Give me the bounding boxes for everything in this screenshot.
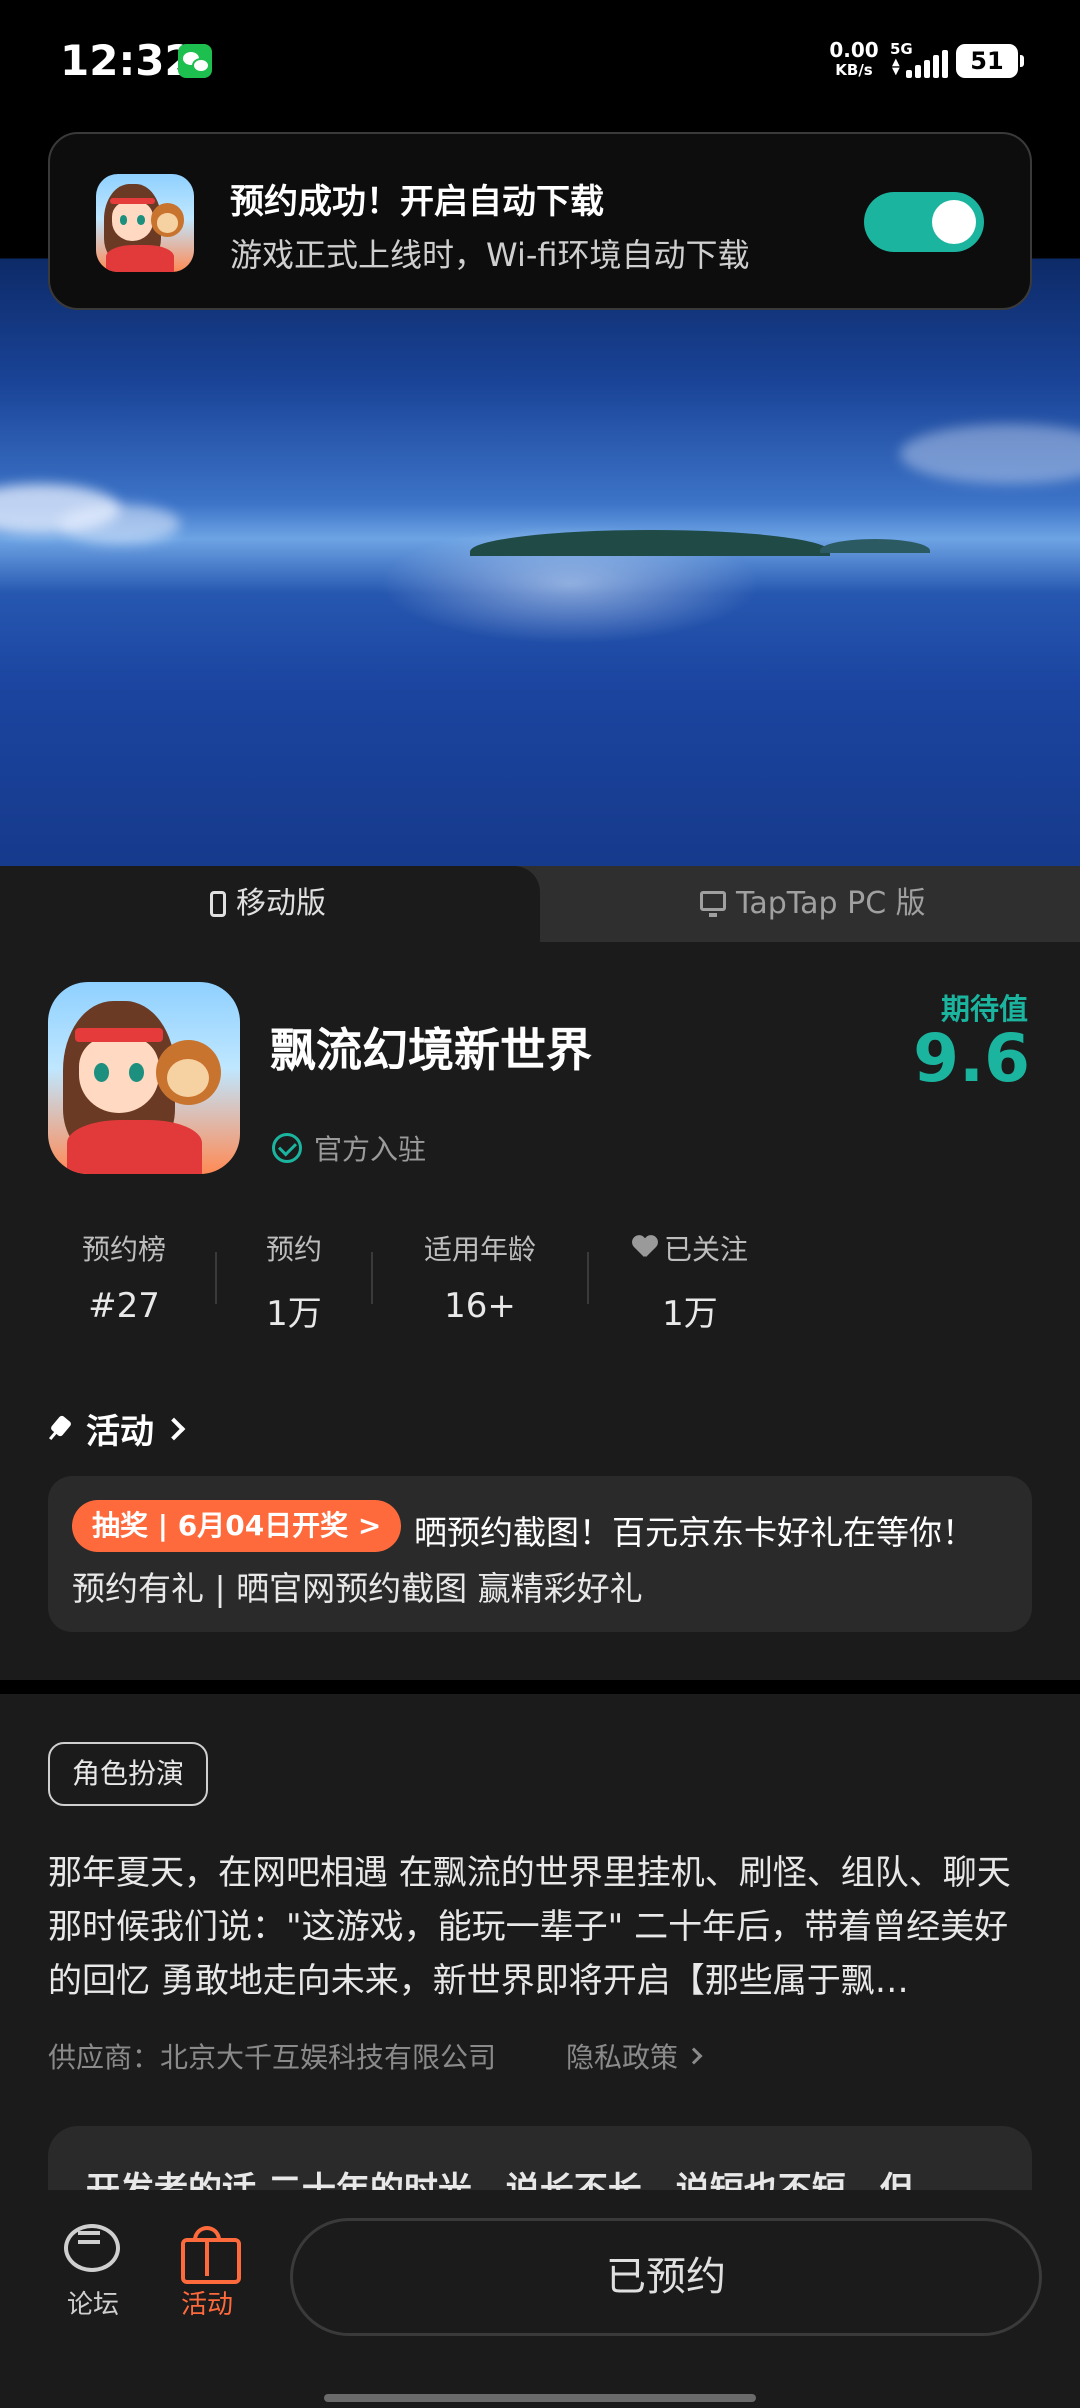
nav-forum[interactable]: 论坛 xyxy=(48,2224,138,2321)
chevron-right-icon xyxy=(162,1417,186,1440)
platform-tabs: 移动版 TapTap PC 版 xyxy=(0,866,1080,942)
privacy-policy-link[interactable]: 隐私政策 xyxy=(566,2036,703,2076)
tab-mobile-label: 移动版 xyxy=(236,886,326,921)
bottom-action-bar: 论坛 活动 已预约 xyxy=(0,2190,1080,2408)
network-speed-unit: KB/s xyxy=(835,61,873,79)
stat-label: 预约榜 xyxy=(81,1233,166,1266)
island-silhouette xyxy=(820,539,930,553)
activity-header[interactable]: 活动 xyxy=(48,1404,186,1453)
pin-icon xyxy=(48,1417,72,1441)
wechat-icon xyxy=(178,44,212,78)
notification-subtitle: 游戏正式上线时，Wi-fi环境自动下载 xyxy=(230,236,750,274)
heart-icon xyxy=(632,1236,658,1260)
stat-value: 16+ xyxy=(444,1286,516,1326)
status-time: 12:32 xyxy=(60,36,194,85)
stat-divider xyxy=(215,1252,217,1304)
activity-subtitle: 预约有礼 | 晒官网预约截图 赢精彩好礼 xyxy=(72,1569,643,1608)
verified-check-icon xyxy=(272,1133,302,1163)
auto-download-toggle[interactable] xyxy=(864,192,984,252)
phone-icon xyxy=(210,891,226,917)
network-speed-value: 0.00 xyxy=(829,38,879,62)
official-badge[interactable]: 官方入驻 xyxy=(272,1128,426,1168)
cloud-decoration xyxy=(900,424,1080,484)
status-bar: 12:32 0.00 KB/s 5G ▲ ▼ 51 xyxy=(0,0,1080,124)
lottery-badge[interactable]: 抽奖 | 6月04日开奖 > xyxy=(72,1500,402,1552)
signal-icon xyxy=(906,50,948,78)
stat-label: 预约 xyxy=(265,1233,322,1266)
cloud-decoration xyxy=(60,504,180,544)
stat-label: 适用年龄 xyxy=(423,1233,536,1266)
gift-icon xyxy=(181,2224,241,2284)
game-description[interactable]: 那年夏天，在网吧相遇 在飘流的世界里挂机、刷怪、组队、聊天 那时候我们说："这游… xyxy=(48,1846,1038,2008)
stat-value: 1万 xyxy=(266,1294,322,1334)
activity-title: 晒预约截图！百元京东卡好礼在等你！ xyxy=(414,1513,975,1552)
notification-title: 预约成功！开启自动下载 xyxy=(230,182,604,222)
stat-value: 1万 xyxy=(662,1294,718,1334)
network-speed: 0.00 KB/s xyxy=(826,40,882,80)
expectation-score: 9.6 xyxy=(913,1020,1030,1097)
reserved-button[interactable]: 已预约 xyxy=(290,2218,1042,2336)
chevron-right-icon xyxy=(685,2047,703,2065)
home-indicator[interactable] xyxy=(324,2394,756,2402)
tab-pc[interactable]: TapTap PC 版 xyxy=(700,866,926,942)
stat-divider xyxy=(587,1252,589,1304)
stat-ranking[interactable]: 预约榜 #27 xyxy=(62,1228,186,1326)
tab-mobile[interactable]: 移动版 xyxy=(210,866,326,942)
stat-value: #27 xyxy=(88,1286,160,1326)
stat-age-rating[interactable]: 适用年龄 16+ xyxy=(400,1228,560,1326)
activity-header-label: 活动 xyxy=(86,1412,154,1452)
supplier-info: 供应商：北京大千互娱科技有限公司 xyxy=(48,2041,497,2074)
stat-label-followers: 已关注 xyxy=(620,1228,760,1268)
section-divider xyxy=(0,1680,1080,1694)
toggle-knob xyxy=(932,200,976,244)
auto-download-notification[interactable]: 预约成功！开启自动下载 游戏正式上线时，Wi-fi环境自动下载 xyxy=(48,132,1032,310)
official-label: 官方入驻 xyxy=(314,1133,427,1166)
stat-label-text: 已关注 xyxy=(663,1233,748,1266)
stat-followers[interactable]: 已关注 1万 xyxy=(620,1228,760,1335)
activity-card[interactable]: 抽奖 | 6月04日开奖 > 晒预约截图！百元京东卡好礼在等你！ 预约有礼 | … xyxy=(48,1476,1032,1632)
game-app-icon xyxy=(96,174,194,272)
forum-chat-icon xyxy=(64,2224,122,2276)
genre-tag[interactable]: 角色扮演 xyxy=(48,1742,209,1806)
battery-icon: 51 xyxy=(956,44,1024,78)
game-title: 飘流幻境新世界 xyxy=(270,1023,592,1077)
game-icon xyxy=(48,982,240,1174)
nav-activity[interactable]: 活动 xyxy=(162,2224,252,2321)
privacy-policy-label: 隐私政策 xyxy=(566,2041,679,2074)
data-arrows-icon: ▲ ▼ xyxy=(892,57,900,77)
stat-reservations: 预约 1万 xyxy=(232,1228,356,1335)
tab-pc-label: TapTap PC 版 xyxy=(736,886,926,921)
nav-forum-label: 论坛 xyxy=(66,2290,119,2320)
monitor-icon xyxy=(700,891,726,917)
nav-activity-label: 活动 xyxy=(180,2290,233,2320)
stat-divider xyxy=(371,1252,373,1304)
